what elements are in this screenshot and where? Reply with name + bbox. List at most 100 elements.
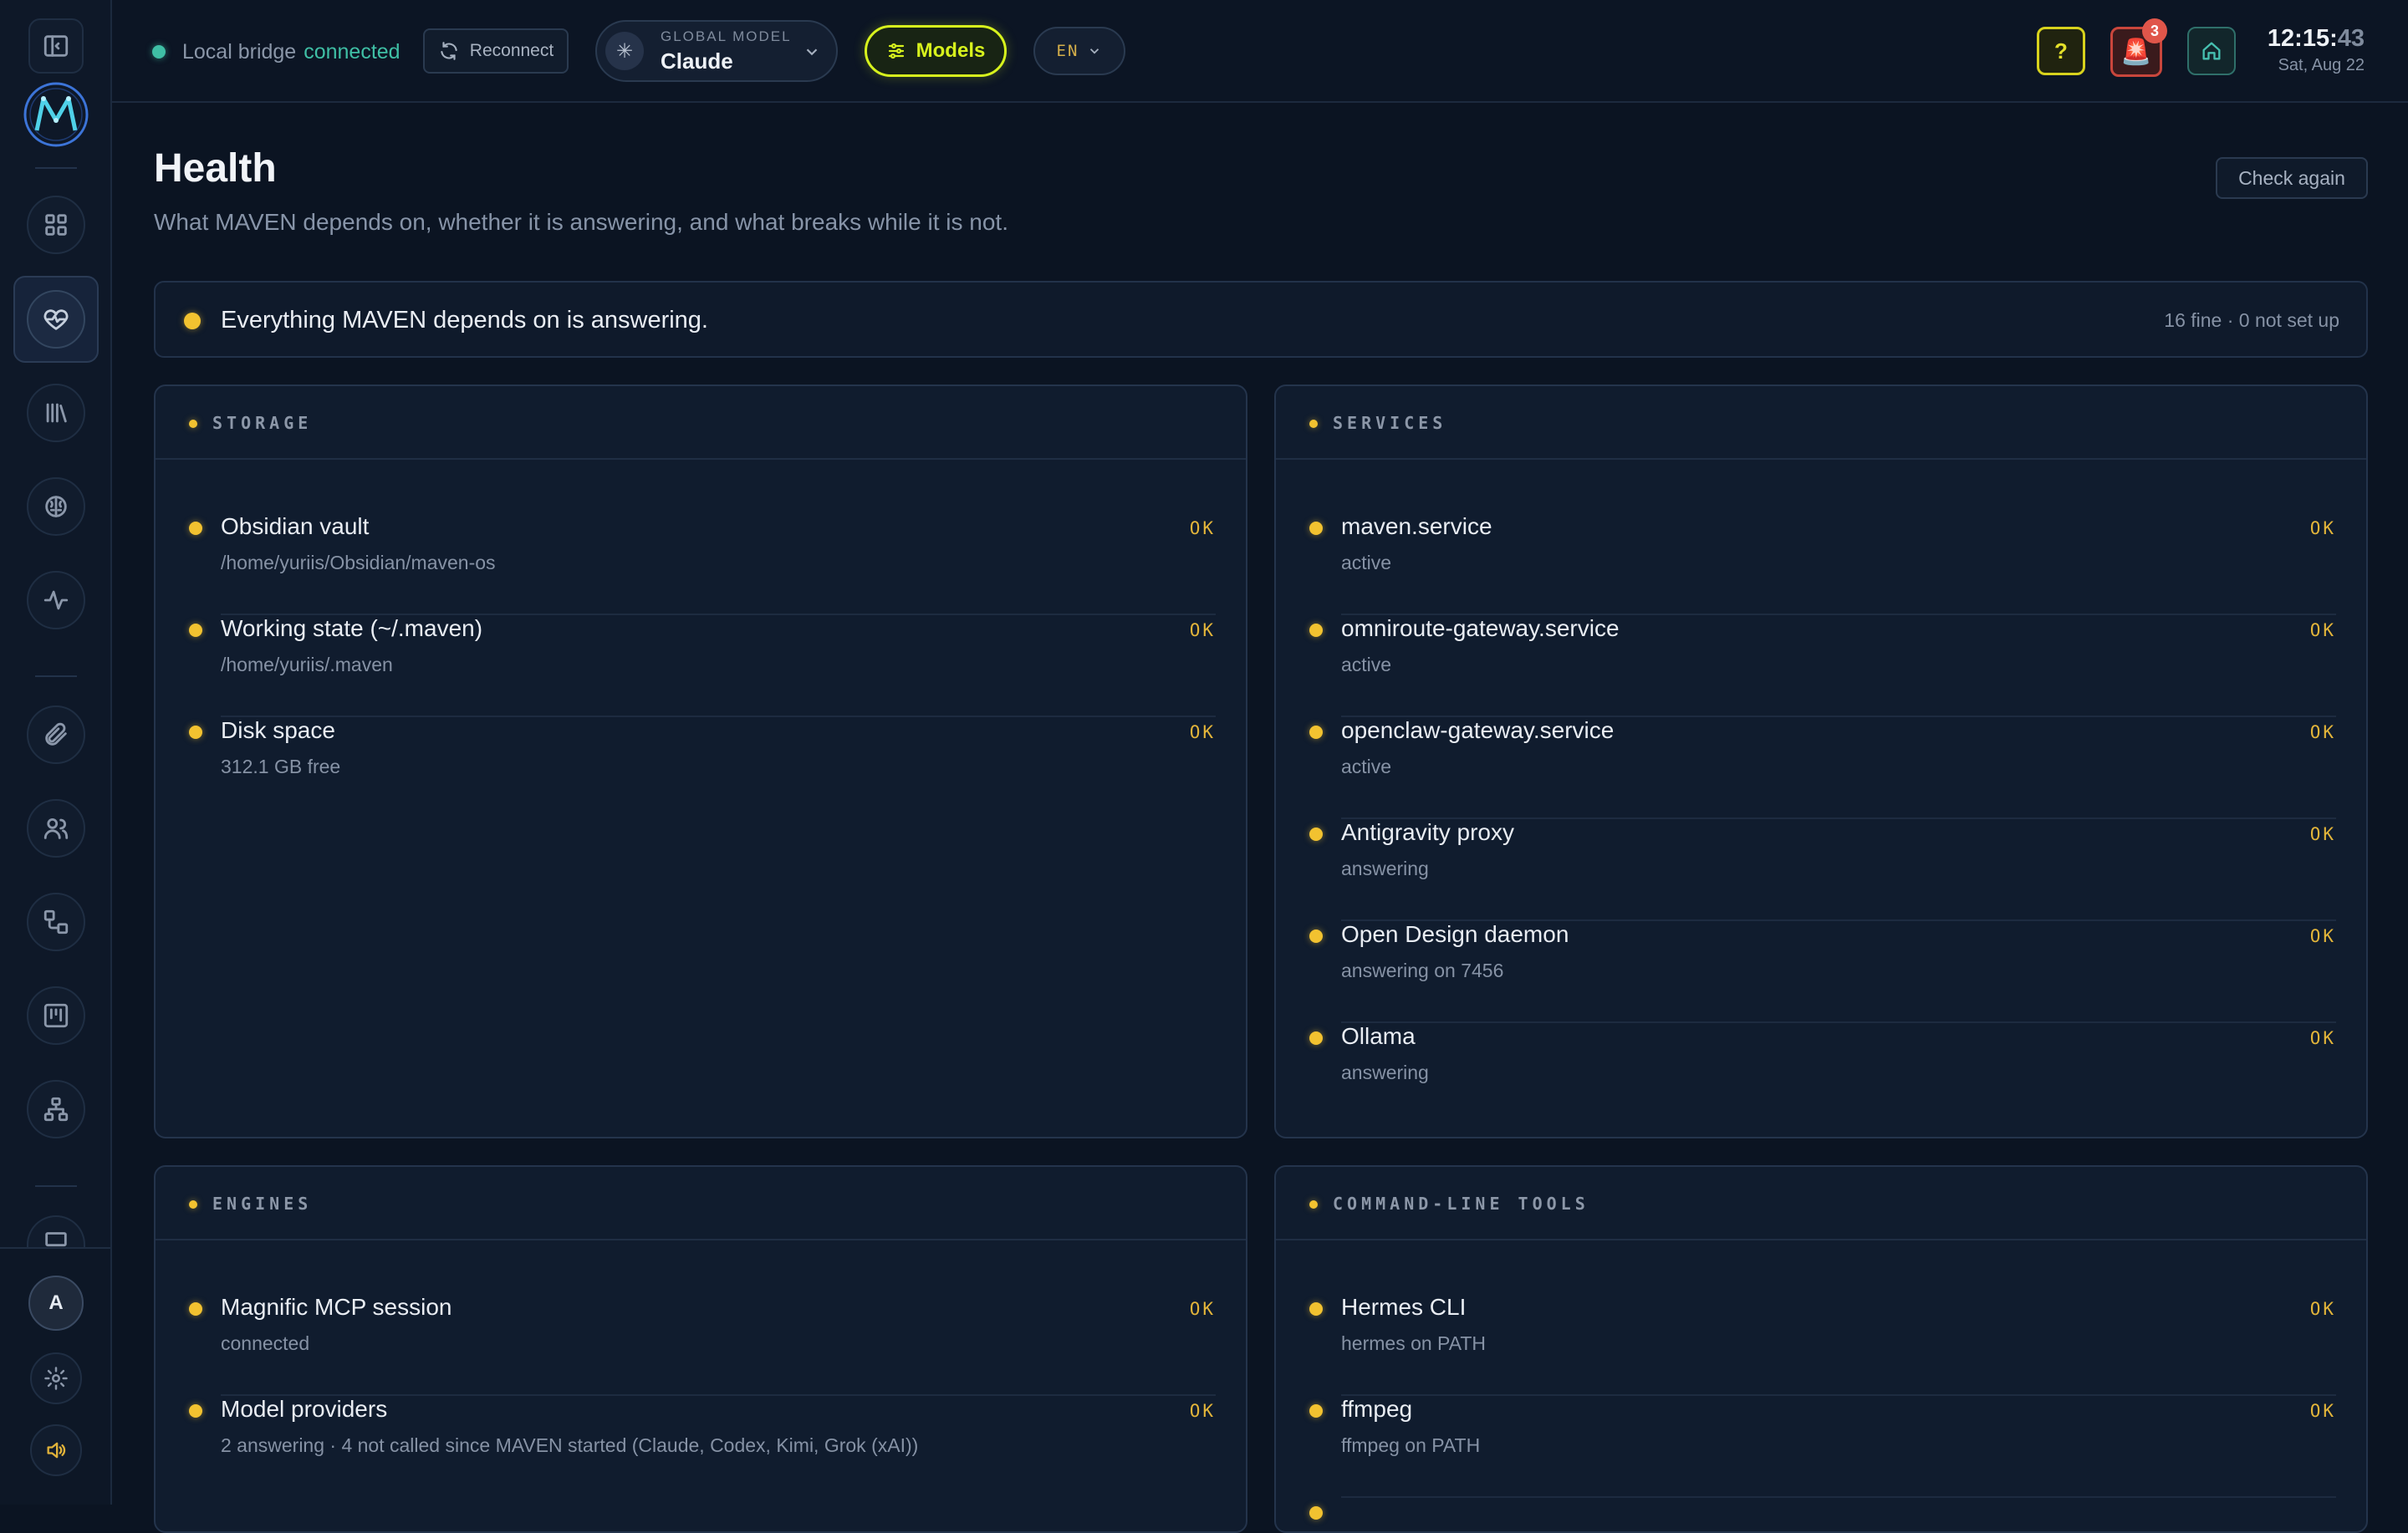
kanban-icon [43, 1003, 69, 1028]
row-status: OK [1189, 722, 1216, 742]
panel-header: ENGINES [156, 1167, 1246, 1240]
row-status-dot [1309, 1302, 1323, 1316]
settings-button[interactable] [30, 1352, 82, 1404]
row-status-dot [1309, 929, 1323, 943]
row-status-dot [1309, 1404, 1323, 1418]
row-status: OK [1189, 1401, 1216, 1421]
row-status: OK [2309, 926, 2336, 946]
row-status-dot [1309, 726, 1323, 739]
panel-title: ENGINES [212, 1194, 313, 1214]
check-again-button[interactable]: Check again [2216, 157, 2368, 199]
avatar[interactable]: A [28, 1276, 84, 1331]
global-model-select[interactable]: ✳ GLOBAL MODEL Claude [595, 20, 838, 82]
help-button[interactable]: ? [2037, 27, 2085, 75]
speaker-icon [47, 1442, 66, 1459]
library-icon [46, 403, 67, 423]
row-name: Magnific MCP session [221, 1294, 452, 1320]
services-panel: SERVICES maven.service active OK omnirou… [1274, 385, 2368, 1138]
row-detail: hermes on PATH [1341, 1332, 1486, 1354]
home-button[interactable] [2187, 27, 2236, 75]
sidebar-item-dashboard[interactable] [27, 196, 85, 254]
sidebar-item-board[interactable] [27, 986, 85, 1045]
brain-icon [45, 496, 67, 517]
row-detail: 2 answering · 4 not called since MAVEN s… [221, 1434, 919, 1456]
refresh-icon [441, 42, 457, 60]
health-row: Hermes CLI hermes on PATH OK [1309, 1294, 2336, 1396]
gear-icon [44, 1367, 68, 1390]
engines-panel: ENGINES Magnific MCP session connected O… [154, 1165, 1247, 1533]
sidebar-item-health[interactable] [27, 290, 85, 349]
row-name: Obsidian vault [221, 513, 370, 539]
panel-header: SERVICES [1276, 386, 2366, 460]
sidebar-item-display[interactable] [27, 1215, 85, 1249]
sidebar-toggle-button[interactable] [28, 18, 84, 74]
reconnect-button[interactable]: Reconnect [423, 28, 569, 74]
alerts-count-badge: 3 [2142, 18, 2167, 43]
models-button[interactable]: Models [865, 25, 1007, 77]
sidebar-item-people[interactable] [27, 799, 85, 858]
bridge-status: Local bridge connected [152, 35, 400, 69]
row-detail: /home/yuriis/.maven [221, 654, 393, 675]
siren-icon: 🚨 [2120, 38, 2152, 66]
row-name: maven.service [1341, 513, 1492, 539]
row-status-dot [189, 1302, 202, 1316]
clock: 12:15:43 Sat, Aug 22 [2264, 25, 2365, 75]
sidebar-toggle-icon [43, 35, 69, 57]
paperclip-icon [45, 722, 67, 746]
sidebar-item-brain[interactable] [27, 477, 85, 536]
maven-logo[interactable] [22, 80, 90, 149]
bridge-label: Local bridge [182, 39, 297, 64]
health-row: Ollama answering OK [1309, 1023, 2336, 1125]
sidebar-item-attachments[interactable] [27, 705, 85, 764]
health-row: openclaw-gateway.service active OK [1309, 717, 2336, 819]
row-name: Hermes CLI [1341, 1294, 1467, 1320]
row-status: OK [2309, 722, 2336, 742]
bridge-status-dot [152, 45, 166, 59]
row-detail: ffmpeg on PATH [1341, 1434, 1481, 1456]
sliders-icon [888, 43, 904, 59]
global-model-value: Claude [661, 48, 733, 74]
row-name: Antigravity proxy [1341, 819, 1514, 845]
row-detail: answering on 7456 [1341, 960, 1504, 981]
sidebar-footer: A [0, 1247, 110, 1505]
row-detail: /home/yuriis/Obsidian/maven-os [221, 552, 496, 573]
summary-counts: 16 fine · 0 not set up [2164, 309, 2339, 331]
row-detail: active [1341, 654, 1392, 675]
panel-status-dot [189, 1200, 197, 1209]
row-status: OK [1189, 1299, 1216, 1319]
row-detail: answering [1341, 1062, 1429, 1083]
health-row: Antigravity proxy answering OK [1309, 819, 2336, 921]
sidebar-item-hierarchy[interactable] [27, 1080, 85, 1138]
health-row: Magnific MCP session connected OK [189, 1294, 1216, 1396]
row-detail: connected [221, 1332, 310, 1354]
bridge-state: connected [304, 39, 400, 64]
chevron-down-icon [806, 48, 818, 56]
row-name: Working state (~/.maven) [221, 615, 483, 641]
panel-status-dot [1309, 420, 1318, 428]
row-status: OK [2309, 824, 2336, 844]
language-select[interactable]: EN [1033, 27, 1125, 75]
row-status-dot [189, 1404, 202, 1418]
row-status-dot [1309, 522, 1323, 535]
health-row: Open Design daemon answering on 7456 OK [1309, 921, 2336, 1023]
row-name: Disk space [221, 717, 335, 743]
clock-time: 12:15: [2267, 25, 2338, 52]
sidebar-item-workflows[interactable] [27, 893, 85, 951]
sidebar-item-activity[interactable] [27, 571, 85, 629]
sidebar-item-library[interactable] [27, 384, 85, 442]
row-detail: active [1341, 756, 1392, 777]
health-summary: Everything MAVEN depends on is answering… [154, 281, 2368, 358]
page-title: Health [154, 146, 277, 191]
row-detail: answering [1341, 858, 1429, 879]
summary-message: Everything MAVEN depends on is answering… [221, 307, 708, 334]
row-name: Model providers [221, 1396, 388, 1422]
row-status: OK [2309, 1401, 2336, 1421]
row-status: OK [1189, 518, 1216, 538]
row-name: Ollama [1341, 1023, 1416, 1049]
row-detail: 312.1 GB free [221, 756, 341, 777]
row-status: OK [1189, 620, 1216, 640]
health-row [1309, 1498, 2336, 1531]
row-status-dot [1309, 828, 1323, 841]
sound-button[interactable] [30, 1424, 82, 1476]
topbar: Local bridge connected Reconnect ✳ GLOBA… [112, 0, 2408, 103]
